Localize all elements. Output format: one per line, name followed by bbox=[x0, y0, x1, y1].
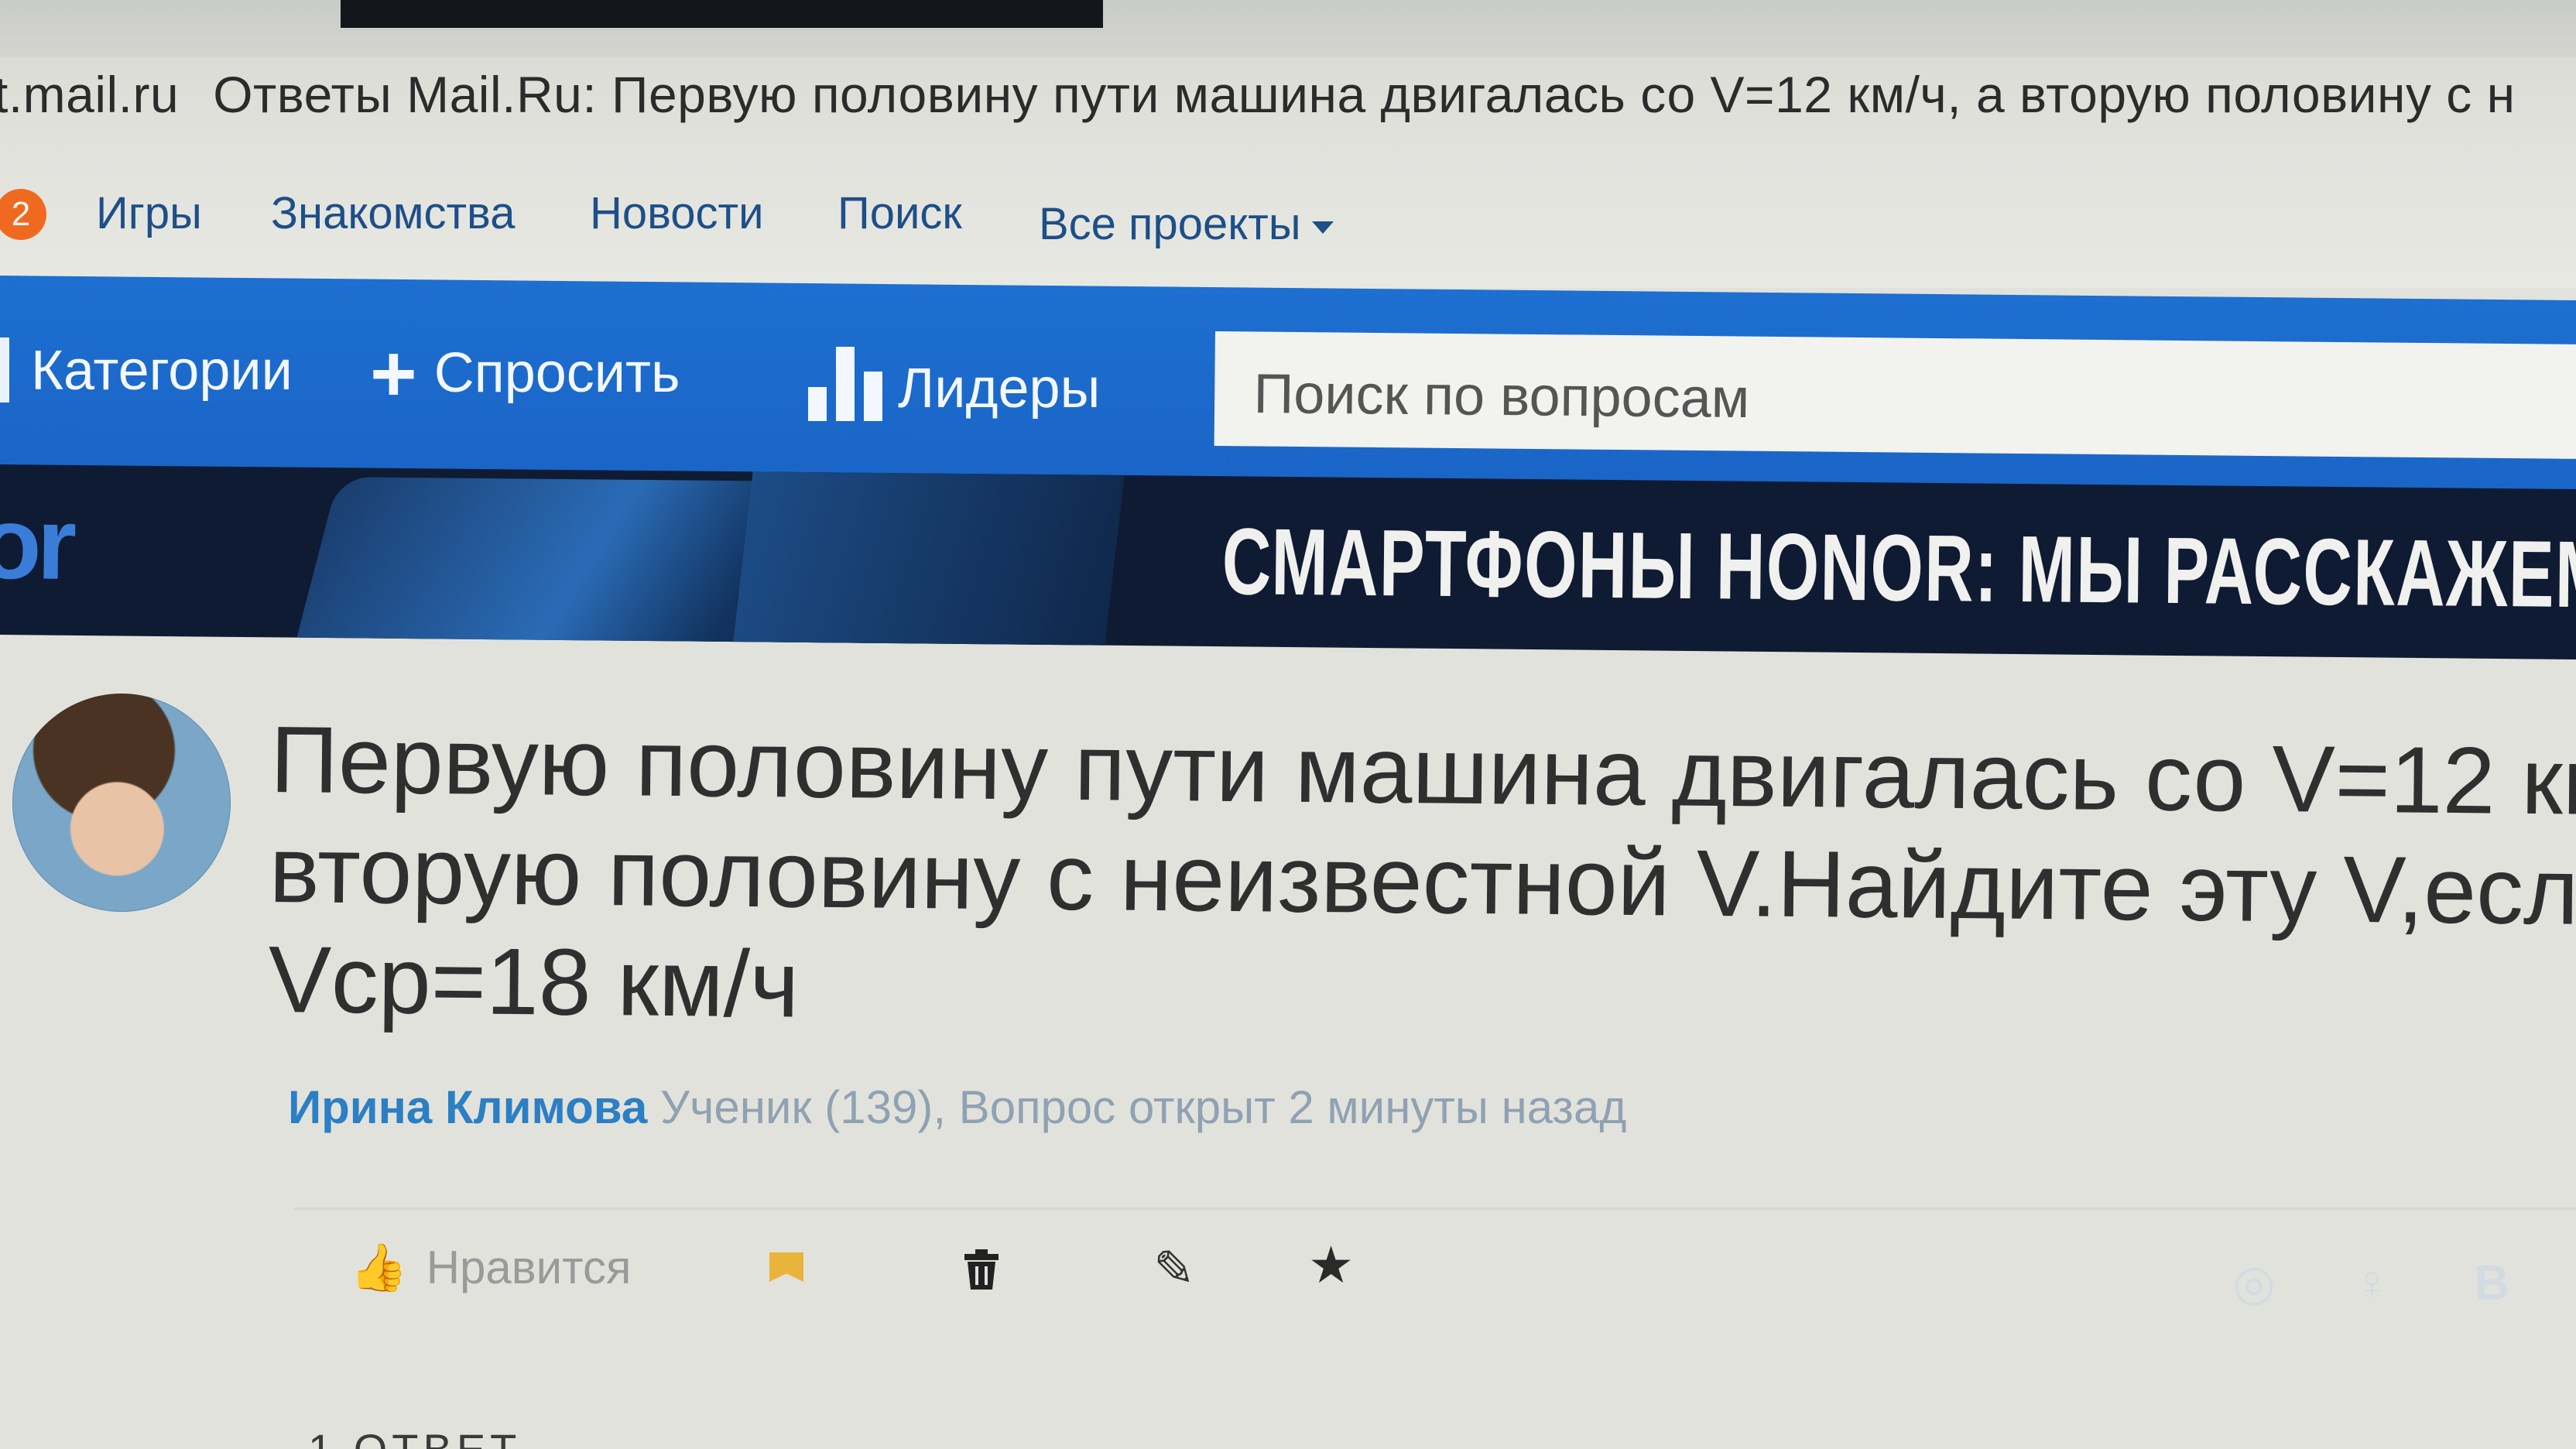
all-projects-label: Все проекты bbox=[1039, 199, 1301, 249]
answers-count: 1 ОТВЕТ bbox=[308, 1424, 521, 1449]
question-meta-text: Ученик (139), Вопрос открыт 2 минуты наз… bbox=[659, 1081, 1627, 1133]
share-odnoklassniki-button[interactable]: ◎ bbox=[2232, 1254, 2276, 1312]
thumbs-up-icon: 👍 bbox=[350, 1242, 408, 1293]
odnoklassniki-icon: ◎ bbox=[2232, 1255, 2276, 1310]
banner-phone-image bbox=[731, 471, 1125, 660]
vk-icon: В bbox=[2474, 1255, 2510, 1310]
like-label: Нравится bbox=[426, 1242, 632, 1293]
browser-tab[interactable] bbox=[341, 0, 1103, 28]
banner-logo: or bbox=[0, 485, 73, 601]
ask-label: Спросить bbox=[433, 342, 680, 404]
banner-headline: СМАРТФОНЫ HONOR: МЫ РАССКАЖЕМ ТЕБЕ bbox=[1221, 509, 2576, 629]
edit-button[interactable]: ✎ bbox=[1153, 1240, 1195, 1298]
categories-button[interactable]: Категории bbox=[31, 339, 293, 402]
author-name-link[interactable]: Ирина Климова bbox=[288, 1081, 647, 1133]
bar-chart-icon bbox=[808, 344, 882, 421]
ask-button[interactable]: + Спросить bbox=[370, 328, 680, 420]
nav-link-dating[interactable]: Знакомства bbox=[271, 187, 515, 239]
question-title-line: Vср=18 км/ч bbox=[267, 926, 800, 1037]
nav-link-games[interactable]: Игры bbox=[96, 187, 202, 239]
report-button[interactable] bbox=[769, 1252, 808, 1286]
flag-icon bbox=[769, 1252, 803, 1282]
categories-icon bbox=[0, 337, 9, 402]
like-button[interactable]: 👍 Нравится bbox=[350, 1240, 631, 1295]
question-title: Первую половину пути машина двигалась со… bbox=[268, 704, 2576, 1057]
star-icon: ★ bbox=[1308, 1236, 1355, 1293]
question-meta: Ирина Климова Ученик (139), Вопрос откры… bbox=[288, 1081, 1626, 1134]
bar-chart-icon-bar bbox=[808, 387, 827, 421]
nav-link-all-projects[interactable]: Все проекты bbox=[1039, 198, 1334, 250]
bar-chart-icon-bar bbox=[836, 347, 855, 421]
pencil-icon: ✎ bbox=[1153, 1241, 1195, 1297]
nav-link-search[interactable]: Поиск bbox=[838, 187, 962, 239]
person-icon: ♀ bbox=[2353, 1255, 2390, 1310]
chevron-down-icon bbox=[1311, 221, 1334, 234]
page-title-bar: t.mail.ru Ответы Mail.Ru: Первую половину… bbox=[0, 65, 2516, 124]
question-title-line: Первую половину пути машина двигалась со… bbox=[269, 706, 2576, 836]
window-title: Ответы Mail.Ru: Первую половину пути маш… bbox=[213, 66, 2516, 123]
title-domain: t.mail.ru bbox=[0, 66, 180, 123]
question-title-line: вторую половину с неизвестной V.Найдите … bbox=[269, 816, 2576, 945]
leaders-button[interactable]: Лидеры bbox=[808, 344, 1100, 421]
search-placeholder: Поиск по вопросам bbox=[1253, 362, 1750, 430]
plus-icon: + bbox=[370, 329, 417, 419]
browser-window: t.mail.ru Ответы Mail.Ru: Первую половину… bbox=[0, 0, 2576, 1449]
favorite-button[interactable]: ★ bbox=[1308, 1235, 1354, 1295]
share-ok-button[interactable]: ♀ bbox=[2353, 1254, 2390, 1311]
ad-banner[interactable]: or СМАРТФОНЫ HONOR: МЫ РАССКАЖЕМ ТЕБЕ bbox=[0, 464, 2576, 660]
leaders-label: Лидеры bbox=[898, 358, 1101, 420]
author-avatar[interactable] bbox=[12, 694, 231, 912]
delete-button[interactable] bbox=[960, 1248, 1003, 1291]
nav-link-news[interactable]: Новости bbox=[590, 187, 764, 239]
categories-label: Категории bbox=[31, 340, 293, 402]
bar-chart-icon-bar bbox=[864, 372, 882, 421]
share-vk-button[interactable]: В bbox=[2474, 1254, 2509, 1311]
trash-icon bbox=[964, 1249, 999, 1290]
